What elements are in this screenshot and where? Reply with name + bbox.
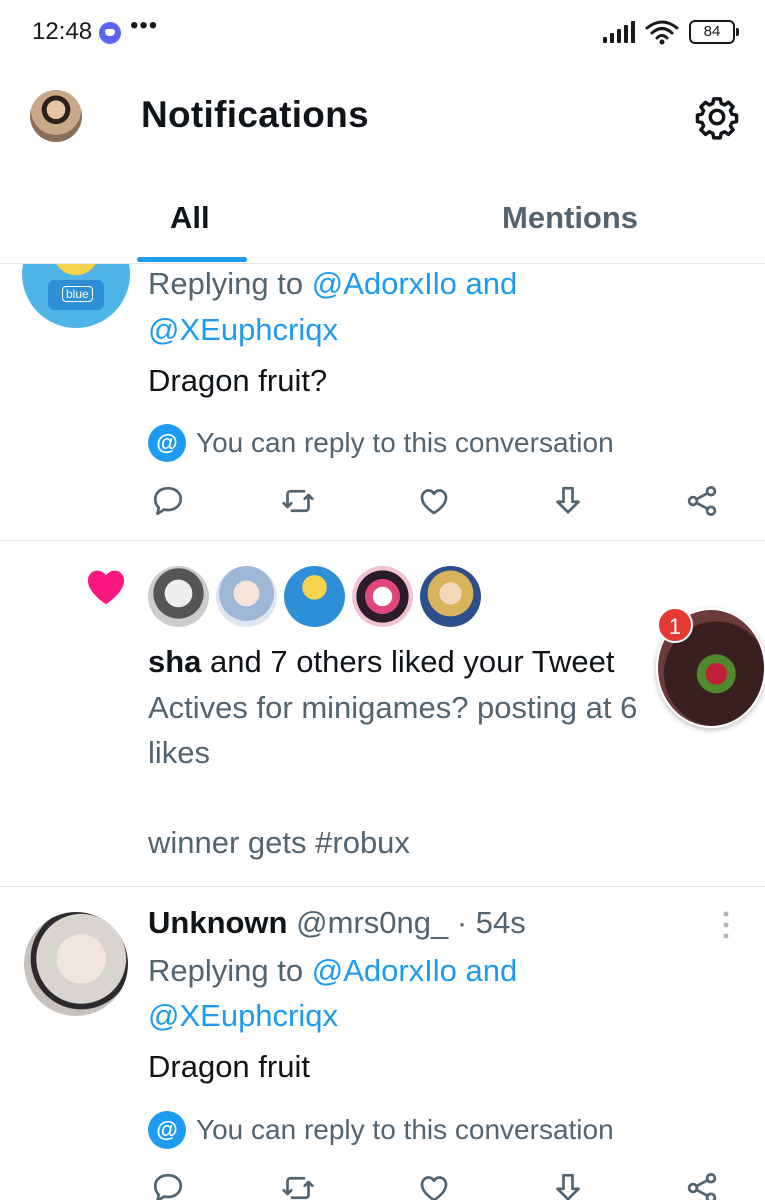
tweet-actions xyxy=(150,1170,720,1200)
liked-tweet-line-2: likes xyxy=(148,735,211,770)
retweet-icon[interactable] xyxy=(280,483,316,519)
tab-selected-indicator xyxy=(137,257,247,262)
author-name[interactable]: Unknown xyxy=(148,905,288,940)
status-icons: 84 xyxy=(603,18,739,46)
heart-icon xyxy=(87,570,125,605)
liker-avatar[interactable] xyxy=(216,566,277,627)
liked-tweet-line-3: winner gets #robux xyxy=(148,825,410,860)
replying-to-prefix: Replying to xyxy=(148,266,304,301)
reply-author-avatar[interactable]: blue xyxy=(22,264,130,328)
replying-to-prefix: Replying to xyxy=(148,953,304,988)
notification-tabs: All Mentions xyxy=(0,174,765,264)
liker-avatars xyxy=(148,566,481,627)
liked-tweet-line-1: Actives for minigames? posting at 6 xyxy=(148,690,638,725)
more-options-icon[interactable] xyxy=(721,910,731,940)
app-header: Notifications xyxy=(0,64,765,174)
liker-avatar[interactable] xyxy=(284,566,345,627)
author-handle[interactable]: @mrs0ng_ xyxy=(296,905,448,940)
tweet-author-line: Unknown @mrs0ng_ · 54s xyxy=(148,900,526,946)
tweet-actions xyxy=(150,483,720,523)
like-summary-rest: and 7 others liked your Tweet xyxy=(201,644,615,679)
liker-name[interactable]: sha xyxy=(148,644,201,679)
bookmark-download-icon[interactable] xyxy=(550,1170,586,1200)
notification-feed[interactable]: blue Replying to @AdorxIlo and @XEuphcri… xyxy=(0,264,765,1200)
divider xyxy=(0,886,765,887)
tweet-time: · 54s xyxy=(456,905,526,940)
replying-to-handle-2[interactable]: @XEuphcriqx xyxy=(148,307,338,353)
share-icon[interactable] xyxy=(684,483,720,519)
like-summary[interactable]: sha and 7 others liked your Tweet xyxy=(148,639,614,685)
like-icon[interactable] xyxy=(416,483,452,519)
retweet-icon[interactable] xyxy=(280,1170,316,1200)
reply-icon[interactable] xyxy=(150,1170,186,1200)
replying-to-handles[interactable]: @AdorxIlo and xyxy=(312,266,518,301)
chat-bubble-badge: 1 xyxy=(657,607,693,643)
liker-avatar[interactable] xyxy=(148,566,209,627)
battery-icon: 84 xyxy=(689,20,739,44)
like-icon[interactable] xyxy=(416,1170,452,1200)
status-bar: 12:48 ••• 84 xyxy=(0,0,765,64)
page-title: Notifications xyxy=(141,94,369,135)
discord-icon xyxy=(99,22,121,44)
reply-permission-note: @ You can reply to this conversation xyxy=(148,424,614,462)
at-mention-icon: @ xyxy=(148,424,186,462)
reply-permission-text: You can reply to this conversation xyxy=(196,1114,614,1145)
settings-gear-icon[interactable] xyxy=(694,94,740,140)
reply-icon[interactable] xyxy=(150,483,186,519)
at-mention-icon: @ xyxy=(148,1111,186,1149)
liker-avatar[interactable] xyxy=(352,566,413,627)
replying-to-handle-2[interactable]: @XEuphcriqx xyxy=(148,993,338,1039)
profile-avatar[interactable] xyxy=(30,90,82,142)
replying-to-line: Replying to @AdorxIlo and xyxy=(148,264,517,307)
reply-permission-note: @ You can reply to this conversation xyxy=(148,1111,614,1149)
replying-to-line: Replying to @AdorxIlo and xyxy=(148,948,517,994)
divider xyxy=(0,540,765,541)
reply-permission-text: You can reply to this conversation xyxy=(196,427,614,458)
replying-to-handles[interactable]: @AdorxIlo and xyxy=(312,953,518,988)
bookmark-download-icon[interactable] xyxy=(550,483,586,519)
tab-mentions[interactable]: Mentions xyxy=(502,200,638,236)
liker-avatar[interactable] xyxy=(420,566,481,627)
tweet-text: Dragon fruit xyxy=(148,1049,310,1084)
tab-all[interactable]: All xyxy=(170,200,210,236)
reply-author-avatar[interactable] xyxy=(24,912,128,1016)
wifi-icon xyxy=(645,20,679,45)
tweet-text: Dragon fruit? xyxy=(148,363,328,398)
share-icon[interactable] xyxy=(684,1170,720,1200)
status-time: 12:48 xyxy=(32,18,93,45)
status-more-dots: ••• xyxy=(130,12,159,39)
signal-icon xyxy=(603,21,635,43)
